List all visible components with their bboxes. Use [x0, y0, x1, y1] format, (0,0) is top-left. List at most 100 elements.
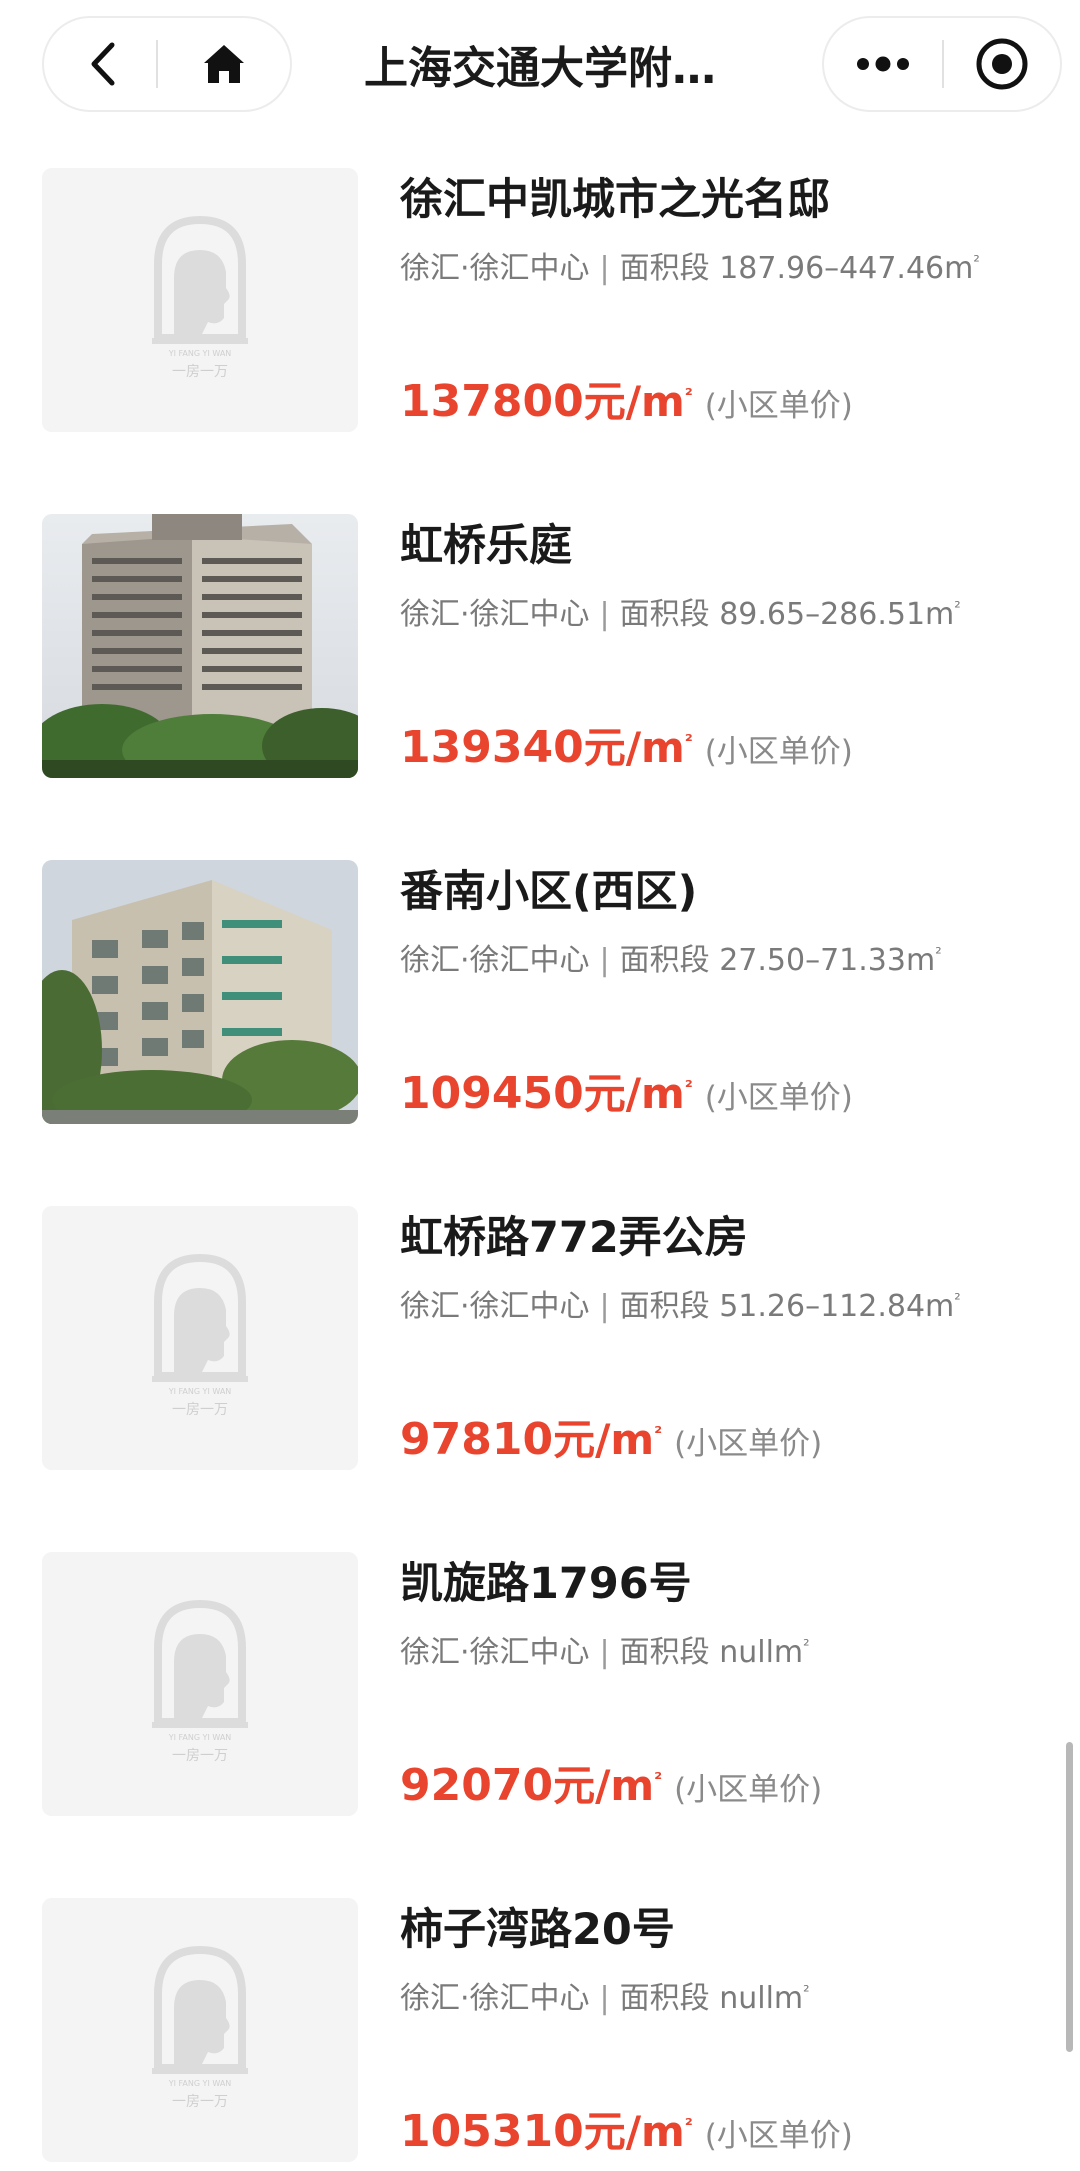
building-photo-icon [42, 860, 358, 1124]
listing-meta: 徐汇·徐汇中心 | 面积段 89.65–286.51m² [400, 586, 961, 637]
logo-caption-en: YI FANG YI WAN [168, 1387, 232, 1396]
scrollbar-thumb[interactable] [1066, 1742, 1073, 2052]
listing-district: 徐汇·徐汇中心 [400, 597, 590, 632]
listing-price: 137800 [400, 376, 584, 427]
logo-caption-en: YI FANG YI WAN [168, 349, 232, 358]
area-value: 89.65–286.51m [719, 597, 955, 632]
price-note: (小区单价) [704, 2118, 853, 2154]
price-note: (小区单价) [704, 734, 853, 770]
logo-caption-cn: 一房一万 [172, 1402, 228, 1418]
price-row: 92070元/m² (小区单价) [400, 1750, 822, 1825]
listing-name: 番南小区(西区) [400, 867, 698, 917]
listing-thumbnail-placeholder: YI FANG YI WAN 一房一万 [42, 1552, 358, 1816]
listing-item[interactable]: YI FANG YI WAN 一房一万 柿子湾路20号 徐汇·徐汇中心 | 面积段 … [0, 1898, 1060, 2168]
meta-separator: | [599, 251, 610, 286]
listing-price: 92070 [400, 1760, 554, 1811]
meta-separator: | [599, 1981, 610, 2016]
area-sup: ² [954, 1290, 961, 1309]
logo-caption-en: YI FANG YI WAN [168, 2079, 232, 2088]
price-unit-sup: ² [684, 731, 693, 752]
price-row: 137800元/m² (小区单价) [400, 366, 853, 441]
area-sup: ² [803, 1636, 810, 1655]
price-unit-text: 元/m [583, 1069, 685, 1118]
listing-district: 徐汇·徐汇中心 [400, 1635, 590, 1670]
home-icon [204, 45, 244, 83]
price-note: (小区单价) [674, 1426, 823, 1462]
more-button[interactable] [824, 18, 942, 110]
listing-thumbnail-placeholder: YI FANG YI WAN 一房一万 [42, 168, 358, 432]
listing-price: 97810 [400, 1414, 554, 1465]
price-row: 105310元/m² (小区单价) [400, 2096, 853, 2171]
listing-price: 105310 [400, 2106, 584, 2157]
price-row: 97810元/m² (小区单价) [400, 1404, 822, 1479]
price-unit-text: 元/m [583, 723, 685, 772]
price-note: (小区单价) [704, 388, 853, 424]
meta-separator: | [599, 943, 610, 978]
area-value: nullm [719, 1981, 804, 2016]
listing-price: 139340 [400, 722, 584, 773]
price-unit-text: 元/m [583, 377, 685, 426]
meta-separator: | [599, 597, 610, 632]
more-dots-icon [857, 56, 909, 72]
price-unit-text: 元/m [583, 2107, 685, 2156]
price-unit: 元/m² [553, 1761, 662, 1810]
listing-name: 虹桥路772弄公房 [400, 1213, 748, 1263]
logo-caption-cn: 一房一万 [172, 1748, 228, 1764]
target-circle-icon [976, 38, 1028, 90]
price-row: 139340元/m² (小区单价) [400, 712, 853, 787]
listing-name: 凯旋路1796号 [400, 1559, 692, 1609]
home-button[interactable] [158, 18, 290, 110]
listing-item[interactable]: 番南小区(西区) 徐汇·徐汇中心 | 面积段 27.50–71.33m² 10945… [0, 860, 1060, 1130]
area-value: nullm [719, 1635, 804, 1670]
listing-price: 109450 [400, 1068, 584, 1119]
price-unit: 元/m² [584, 2107, 693, 2156]
price-row: 109450元/m² (小区单价) [400, 1058, 853, 1133]
nav-capsule-right [822, 16, 1062, 112]
top-navigation-bar: 上海交通大学附… [0, 0, 1080, 150]
brand-logo-icon: YI FANG YI WAN 一房一万 [42, 1206, 358, 1470]
listing-meta: 徐汇·徐汇中心 | 面积段 51.26–112.84m² [400, 1278, 961, 1329]
listing-meta: 徐汇·徐汇中心 | 面积段 nullm² [400, 1970, 810, 2021]
price-note: (小区单价) [674, 1772, 823, 1808]
listing-thumbnail-placeholder: YI FANG YI WAN 一房一万 [42, 1206, 358, 1470]
price-unit: 元/m² [584, 377, 693, 426]
close-miniprogram-button[interactable] [944, 18, 1060, 110]
nav-capsule-left [42, 16, 292, 112]
price-unit-sup: ² [654, 1769, 663, 1790]
listing-item[interactable]: YI FANG YI WAN 一房一万 凯旋路1796号 徐汇·徐汇中心 | 面积段… [0, 1552, 1060, 1822]
listing-meta: 徐汇·徐汇中心 | 面积段 27.50–71.33m² [400, 932, 942, 983]
back-button[interactable] [44, 18, 164, 110]
price-note: (小区单价) [704, 1080, 853, 1116]
price-unit-text: 元/m [553, 1415, 655, 1464]
price-unit-sup: ² [684, 385, 693, 406]
listing-item[interactable]: YI FANG YI WAN 一房一万 虹桥路772弄公房 徐汇·徐汇中心 | 面积… [0, 1206, 1060, 1476]
price-unit: 元/m² [584, 723, 693, 772]
brand-logo-icon: YI FANG YI WAN 一房一万 [42, 1898, 358, 2162]
price-unit: 元/m² [584, 1069, 693, 1118]
listing-district: 徐汇·徐汇中心 [400, 1981, 590, 2016]
area-label: 面积段 [619, 597, 710, 632]
area-value: 51.26–112.84m [719, 1289, 955, 1324]
price-unit-text: 元/m [553, 1761, 655, 1810]
listing-district: 徐汇·徐汇中心 [400, 943, 590, 978]
chevron-left-icon [91, 42, 115, 86]
area-sup: ² [803, 1982, 810, 2001]
logo-caption-cn: 一房一万 [172, 364, 228, 380]
area-value: 27.50–71.33m [719, 943, 936, 978]
listing-item[interactable]: 虹桥乐庭 徐汇·徐汇中心 | 面积段 89.65–286.51m ² 139340元/… [0, 514, 1060, 784]
price-unit-sup: ² [684, 2115, 693, 2136]
price-unit: 元/m² [553, 1415, 662, 1464]
area-label: 面积段 [619, 1635, 710, 1670]
listing-meta: 徐汇·徐汇中心 | 面积段 nullm² [400, 1624, 810, 1675]
listing-meta: 徐汇·徐汇中心 | 面积段 187.96–447.46m² [400, 240, 980, 291]
listing-name: 虹桥乐庭 [400, 521, 572, 571]
listing-thumbnail-photo [42, 860, 358, 1124]
price-unit-sup: ² [684, 1077, 693, 1098]
listing-item[interactable]: YI FANG YI WAN 一房一万 徐汇中凯城市之光名邸 徐汇·徐汇中心 | 面… [0, 168, 1060, 438]
logo-caption-cn: 一房一万 [172, 2094, 228, 2110]
meta-separator: | [599, 1635, 610, 1670]
meta-separator: | [599, 1289, 610, 1324]
listing-name: 柿子湾路20号 [400, 1905, 675, 1955]
brand-logo-icon: YI FANG YI WAN 一房一万 [42, 1552, 358, 1816]
price-unit-sup: ² [654, 1423, 663, 1444]
